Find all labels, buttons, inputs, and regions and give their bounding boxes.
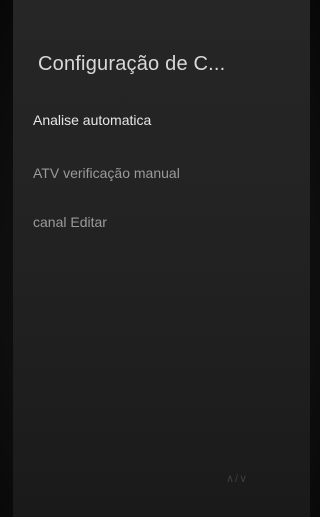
page-title: Configuração de C... xyxy=(38,53,226,75)
menu-item-channel-edit[interactable]: canal Editar xyxy=(33,214,107,230)
tv-settings-screen: Configuração de C... Analise automatica … xyxy=(0,0,320,517)
settings-panel xyxy=(13,0,310,517)
menu-item-atv-manual-scan[interactable]: ATV verificação manual xyxy=(33,165,180,181)
menu-item-auto-scan[interactable]: Analise automatica xyxy=(33,112,151,128)
navigation-hint: ∧/∨ xyxy=(226,473,249,485)
